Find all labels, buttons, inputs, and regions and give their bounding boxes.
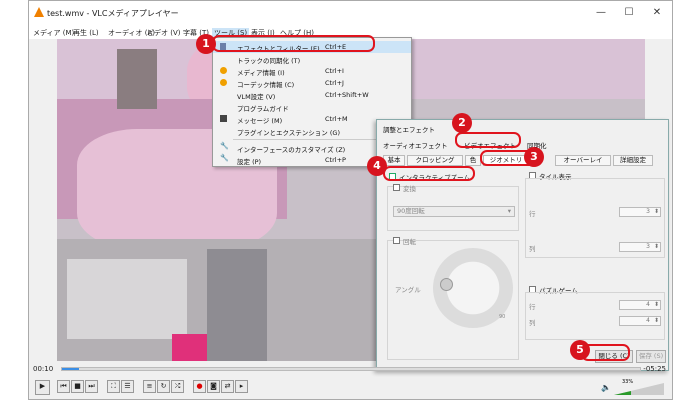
next-icon[interactable]: ⏭ bbox=[85, 380, 98, 393]
save-button[interactable]: 保存 (S) bbox=[636, 350, 666, 363]
puzzle-cols-spinner[interactable]: 4 bbox=[619, 316, 661, 326]
wall-rows-label: 行 bbox=[529, 210, 536, 218]
video-house bbox=[67, 259, 187, 339]
tab-audio-effects[interactable]: オーディオエフェクト bbox=[383, 140, 448, 152]
transform-label: 変換 bbox=[403, 185, 416, 193]
subtab-advanced[interactable]: 詳細設定 bbox=[613, 155, 653, 166]
step-badge-2: 2 bbox=[452, 113, 472, 133]
dialog-title: 調整とエフェクト bbox=[383, 126, 435, 134]
subtab-overlay[interactable]: オーバーレイ bbox=[555, 155, 611, 166]
speaker-icon[interactable]: 🔈 bbox=[601, 383, 611, 392]
menu-item-codec-info[interactable]: コーデック情報 (C) Ctrl+J bbox=[213, 77, 411, 89]
info-icon bbox=[220, 67, 227, 74]
previous-icon[interactable]: ⏮ bbox=[57, 380, 70, 393]
dial-knob-icon[interactable] bbox=[440, 278, 453, 291]
extended-settings-icon[interactable]: ☰ bbox=[121, 380, 134, 393]
playlist-icon[interactable]: ≡ bbox=[143, 380, 156, 393]
step-badge-4: 4 bbox=[367, 156, 387, 176]
subtab-color[interactable]: 色 bbox=[465, 155, 481, 166]
menu-item-media-info[interactable]: メディア情報 (I) Ctrl+I bbox=[213, 65, 411, 77]
record-icon[interactable]: ● bbox=[193, 380, 206, 393]
highlight-video-effects-tab bbox=[455, 132, 521, 148]
maximize-button[interactable]: ☐ bbox=[617, 5, 641, 21]
wall-cols-spinner[interactable]: 3 bbox=[619, 242, 661, 252]
window-title: test.wmv - VLCメディアプレイヤー bbox=[47, 9, 179, 18]
seek-bar: 00:10 -05:25 bbox=[29, 363, 672, 375]
chevron-down-icon: ▾ bbox=[507, 207, 511, 215]
volume-label: 33% bbox=[622, 379, 634, 385]
preferences-wrench-icon: 🔧 bbox=[220, 154, 229, 162]
step-badge-3: 3 bbox=[524, 147, 544, 167]
highlight-interactive-zoom bbox=[383, 166, 475, 181]
subtab-crop[interactable]: クロッピング bbox=[407, 155, 463, 166]
puzzle-cols-label: 列 bbox=[529, 319, 536, 327]
seek-slider[interactable] bbox=[61, 367, 641, 371]
volume-slider[interactable]: 33% bbox=[614, 379, 664, 395]
video-wall bbox=[207, 249, 267, 361]
video-tree bbox=[117, 49, 157, 109]
rotate-dial[interactable]: 90 bbox=[433, 248, 513, 328]
step-badge-1: 1 bbox=[196, 34, 216, 54]
codec-info-icon bbox=[220, 79, 227, 86]
volume-level bbox=[614, 391, 631, 395]
menu-item-vlm[interactable]: VLM設定 (V) Ctrl+Shift+W bbox=[213, 89, 411, 101]
title-bar: test.wmv - VLCメディアプレイヤー — ☐ ✕ bbox=[29, 1, 672, 25]
transform-select-value: 90度回転 bbox=[397, 207, 425, 215]
rotate-label: 回転 bbox=[403, 238, 416, 246]
loop-ab-icon[interactable]: ⇄ bbox=[221, 380, 234, 393]
menu-video[interactable]: ビデオ (V) bbox=[147, 28, 180, 38]
wall-cols-label: 列 bbox=[529, 245, 536, 253]
fullscreen-icon[interactable]: ⛶ bbox=[107, 380, 120, 393]
transform-select[interactable]: 90度回転 ▾ bbox=[393, 206, 515, 217]
angle-label: アングル bbox=[395, 286, 421, 294]
remaining-time: -05:25 bbox=[643, 365, 666, 373]
stop-icon[interactable]: ■ bbox=[71, 380, 84, 393]
wall-rows-spinner[interactable]: 3 bbox=[619, 207, 661, 217]
play-icon[interactable]: ▶ bbox=[35, 380, 50, 395]
puzzle-rows-spinner[interactable]: 4 bbox=[619, 300, 661, 310]
vlc-cone-icon bbox=[34, 7, 44, 17]
menu-item-sync[interactable]: トラックの同期化 (T) bbox=[213, 53, 411, 65]
menu-media[interactable]: メディア (M) bbox=[33, 28, 74, 38]
elapsed-time: 00:10 bbox=[33, 365, 54, 373]
wrench-icon: 🔧 bbox=[220, 142, 229, 150]
transform-checkbox[interactable] bbox=[393, 184, 400, 191]
step-badge-5: 5 bbox=[570, 340, 590, 360]
puzzle-rows-label: 行 bbox=[529, 303, 536, 311]
menu-item-program-guide[interactable]: プログラムガイド bbox=[213, 101, 411, 113]
close-window-button[interactable]: ✕ bbox=[645, 5, 669, 21]
highlight-effects-menu bbox=[212, 35, 375, 52]
rotate-checkbox[interactable] bbox=[393, 237, 400, 244]
seek-progress bbox=[62, 368, 80, 370]
dial-mark: 90 bbox=[499, 314, 506, 320]
shuffle-icon[interactable]: ⤮ bbox=[171, 380, 184, 393]
messages-icon bbox=[220, 115, 227, 122]
menu-playback[interactable]: 再生 (L) bbox=[73, 28, 99, 38]
control-bar: ▶ ⏮ ■ ⏭ ⛶ ☰ ≡ ↻ ⤮ ● ◙ ⇄ ▸ 🔈 33% bbox=[29, 377, 672, 399]
snapshot-icon[interactable]: ◙ bbox=[207, 380, 220, 393]
loop-icon[interactable]: ↻ bbox=[157, 380, 170, 393]
frame-step-icon[interactable]: ▸ bbox=[235, 380, 248, 393]
minimize-button[interactable]: — bbox=[589, 5, 613, 21]
video-banner bbox=[172, 334, 207, 361]
